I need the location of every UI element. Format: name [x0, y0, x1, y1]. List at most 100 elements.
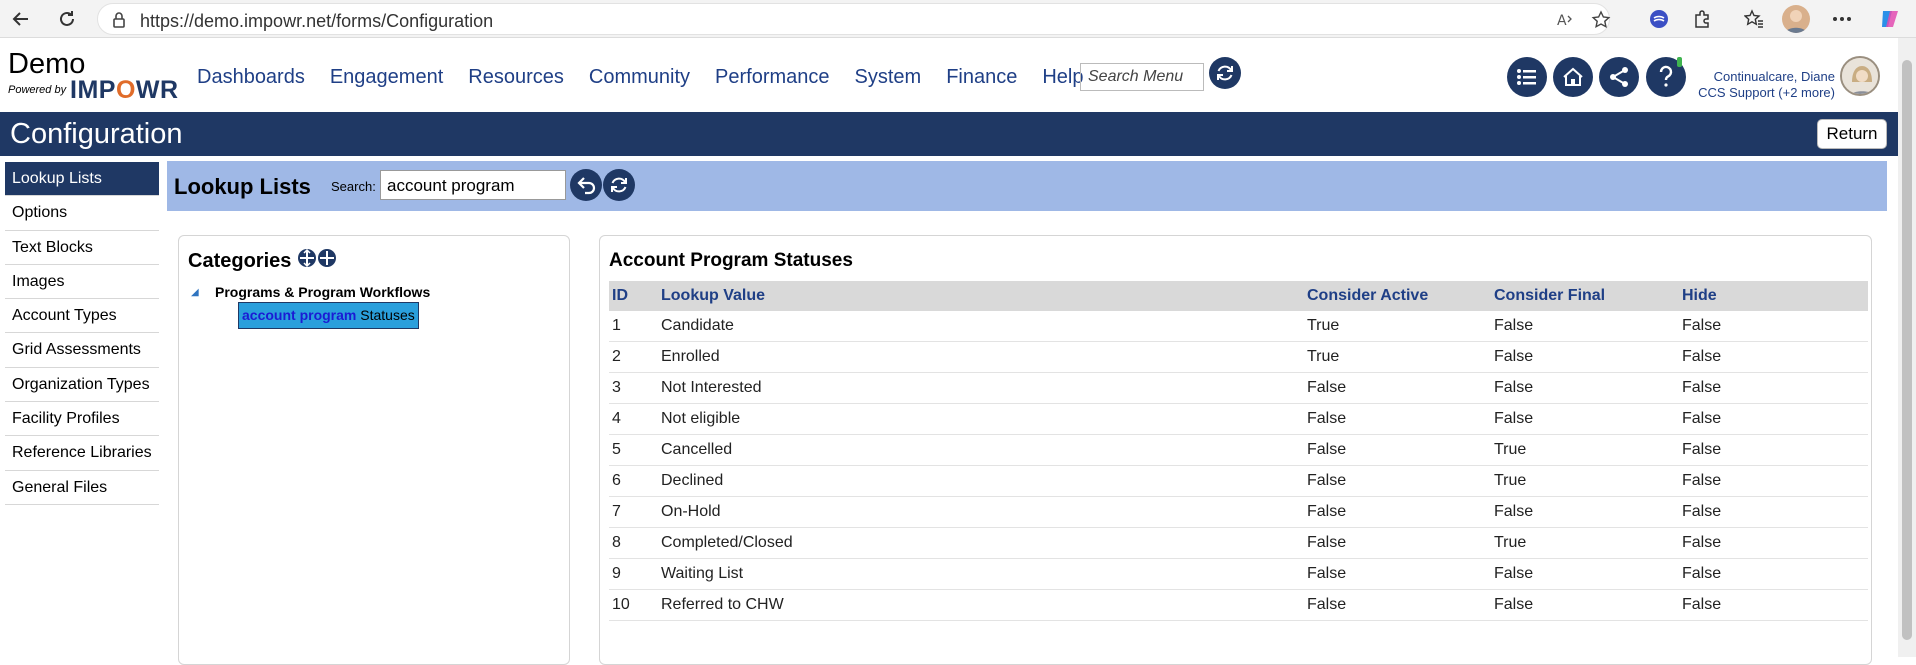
table-cell: 6: [612, 472, 621, 489]
table-row[interactable]: 3 Not Interested False False False: [609, 373, 1868, 404]
refresh-search-icon[interactable]: [603, 169, 635, 201]
search-menu-input[interactable]: Search Menu: [1080, 63, 1204, 91]
tree-node-account-program-statuses[interactable]: account program Statuses: [238, 302, 419, 329]
search-highlight: account program: [242, 307, 357, 323]
menu-item-system[interactable]: System: [855, 66, 922, 89]
table-row[interactable]: 10 Referred to CHW False False False: [609, 590, 1868, 621]
site-info-icon[interactable]: [110, 11, 128, 34]
page-scrollbar[interactable]: [1898, 38, 1916, 657]
table-cell: False: [1307, 472, 1347, 489]
tree-node-programs[interactable]: Programs & Program Workflows: [215, 284, 430, 300]
column-header-id[interactable]: ID: [612, 287, 628, 305]
expand-all-icon: [298, 248, 316, 268]
table-cell: Not eligible: [661, 410, 741, 427]
url-text: https://demo.impowr.net/forms/Configurat…: [140, 11, 494, 31]
sidebar-item-general-files[interactable]: General Files: [5, 471, 159, 505]
menu-item-community[interactable]: Community: [589, 66, 690, 89]
table-row[interactable]: 8 Completed/Closed False True False: [609, 528, 1868, 559]
extension-icon[interactable]: [1645, 5, 1673, 33]
sidebar-item-reference-libraries[interactable]: Reference Libraries: [5, 436, 159, 471]
profile-avatar[interactable]: [1782, 5, 1810, 33]
user-avatar[interactable]: [1840, 56, 1880, 96]
sidebar-item-lookup-lists[interactable]: Lookup Lists: [5, 162, 159, 197]
menu-item-help[interactable]: Help: [1042, 66, 1083, 89]
sidebar-item-options[interactable]: Options: [5, 196, 159, 231]
scrollbar-thumb[interactable]: [1902, 60, 1912, 640]
table-cell: False: [1682, 596, 1722, 613]
table-header: ID Lookup Value Consider Active Consider…: [609, 281, 1868, 311]
user-role[interactable]: CCS Support (+2 more): [1690, 85, 1835, 100]
brand-logo[interactable]: Demo Powered by IMPOWR: [8, 50, 178, 105]
back-icon[interactable]: [7, 5, 35, 33]
menu-item-finance[interactable]: Finance: [946, 66, 1017, 89]
table-cell: 3: [612, 379, 621, 396]
tree-collapse-arrow-icon[interactable]: ◢: [191, 287, 199, 298]
table-cell: Candidate: [661, 317, 734, 334]
column-header-consider-final[interactable]: Consider Final: [1494, 287, 1605, 305]
table-cell: True: [1494, 441, 1527, 458]
table-cell: 1: [612, 317, 621, 334]
table-row[interactable]: 6 Declined False True False: [609, 466, 1868, 497]
sidebar-item-text-blocks[interactable]: Text Blocks: [5, 231, 159, 265]
address-bar[interactable]: https://demo.impowr.net/forms/Configurat…: [97, 3, 1611, 35]
page-title: Configuration: [10, 118, 183, 150]
favorites-icon[interactable]: [1740, 5, 1768, 33]
table-row[interactable]: 4 Not eligible False False False: [609, 404, 1868, 435]
table-cell: False: [1307, 410, 1347, 427]
table-row[interactable]: 5 Cancelled False True False: [609, 435, 1868, 466]
column-header-consider-active[interactable]: Consider Active: [1307, 287, 1428, 305]
table-cell: True: [1494, 472, 1527, 489]
more-options-icon[interactable]: [1828, 5, 1856, 33]
sidebar-item-images[interactable]: Images: [5, 265, 159, 300]
table-row[interactable]: 2 Enrolled True False False: [609, 342, 1868, 373]
refresh-icon[interactable]: [53, 5, 81, 33]
table-cell: False: [1682, 503, 1722, 520]
sidebar-item-account-types[interactable]: Account Types: [5, 299, 159, 334]
table-cell: On-Hold: [661, 503, 721, 520]
table-row[interactable]: 7 On-Hold False False False: [609, 497, 1868, 528]
read-aloud-icon[interactable]: A: [1556, 10, 1576, 35]
menu-item-performance[interactable]: Performance: [715, 66, 830, 89]
column-header-hide[interactable]: Hide: [1682, 287, 1717, 305]
home-icon[interactable]: [1553, 57, 1593, 97]
menu-item-engagement[interactable]: Engagement: [330, 66, 443, 89]
extensions-puzzle-icon[interactable]: [1688, 5, 1716, 33]
browser-toolbar: https://demo.impowr.net/forms/Configurat…: [0, 0, 1916, 38]
table-cell: False: [1682, 534, 1722, 551]
favorite-star-icon[interactable]: [1591, 10, 1611, 35]
collapse-all-icon: [318, 249, 336, 267]
search-label: Search:: [331, 179, 376, 194]
share-icon[interactable]: [1599, 57, 1639, 97]
table-cell: False: [1307, 596, 1347, 613]
table-cell: False: [1494, 410, 1534, 427]
table-row[interactable]: 1 Candidate True False False: [609, 311, 1868, 342]
return-button[interactable]: Return: [1817, 119, 1887, 149]
table-cell: False: [1494, 379, 1534, 396]
table-row[interactable]: 9 Waiting List False False False: [609, 559, 1868, 590]
sidebar-item-grid-assessments[interactable]: Grid Assessments: [5, 333, 159, 368]
table-cell: False: [1682, 379, 1722, 396]
sidebar-item-facility-profiles[interactable]: Facility Profiles: [5, 402, 159, 437]
list-icon[interactable]: [1507, 57, 1547, 97]
menu-item-resources[interactable]: Resources: [468, 66, 564, 89]
table-cell: False: [1307, 534, 1347, 551]
lookup-search-input[interactable]: account program: [380, 170, 566, 200]
table-cell: False: [1494, 317, 1534, 334]
column-header-lookup-value[interactable]: Lookup Value: [661, 287, 765, 305]
main-menu: Dashboards Engagement Resources Communit…: [197, 66, 1109, 89]
copilot-icon[interactable]: [1876, 5, 1904, 33]
sidebar-item-organization-types[interactable]: Organization Types: [5, 368, 159, 403]
config-sidebar: Lookup Lists Options Text Blocks Images …: [5, 162, 159, 505]
table-cell: False: [1682, 472, 1722, 489]
undo-search-icon[interactable]: [570, 169, 602, 201]
table-cell: False: [1307, 503, 1347, 520]
table-cell: False: [1307, 441, 1347, 458]
table-cell: False: [1494, 348, 1534, 365]
table-cell: True: [1307, 317, 1340, 334]
table-cell: Waiting List: [661, 565, 744, 582]
menu-item-dashboards[interactable]: Dashboards: [197, 66, 305, 89]
table-cell: False: [1682, 410, 1722, 427]
table-cell: Completed/Closed: [661, 534, 793, 551]
user-name[interactable]: Continualcare, Diane: [1700, 69, 1835, 84]
refresh-menu-icon[interactable]: [1209, 57, 1241, 89]
